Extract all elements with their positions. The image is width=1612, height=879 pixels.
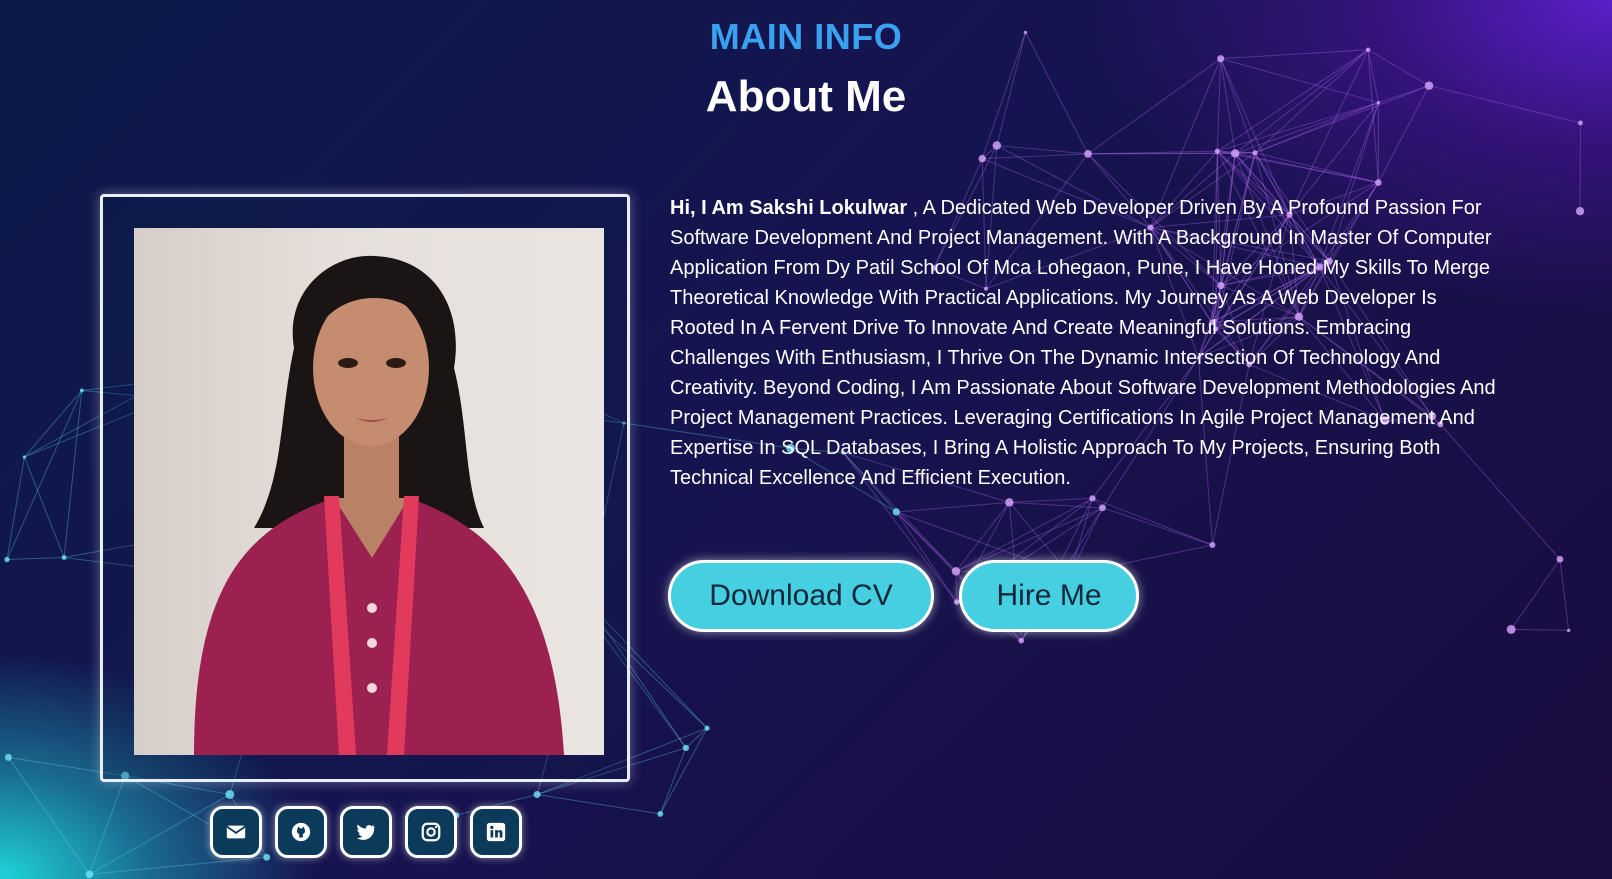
twitter-link[interactable] [340, 806, 392, 858]
instagram-icon [421, 822, 441, 842]
intro-name: Hi, I Am Sakshi Lokulwar [670, 197, 908, 219]
instagram-link[interactable] [405, 806, 457, 858]
github-icon [291, 822, 311, 842]
envelope-icon [226, 825, 246, 839]
linkedin-link[interactable] [470, 806, 522, 858]
about-description: Hi, I Am Sakshi Lokulwar , A Dedicated W… [670, 193, 1500, 493]
about-text: , A Dedicated Web Developer Driven By A … [670, 197, 1496, 489]
twitter-icon [356, 824, 376, 840]
hire-me-button[interactable]: Hire Me [959, 560, 1139, 632]
section-kicker: MAIN INFO [709, 16, 903, 57]
email-link[interactable] [210, 806, 262, 858]
photo-frame [100, 194, 630, 782]
portrait-illustration [194, 255, 564, 755]
linkedin-icon [486, 822, 506, 842]
social-links [210, 806, 522, 858]
download-cv-button[interactable]: Download CV [668, 560, 934, 632]
page-title: About Me [705, 72, 907, 121]
profile-photo [134, 228, 604, 755]
github-link[interactable] [275, 806, 327, 858]
